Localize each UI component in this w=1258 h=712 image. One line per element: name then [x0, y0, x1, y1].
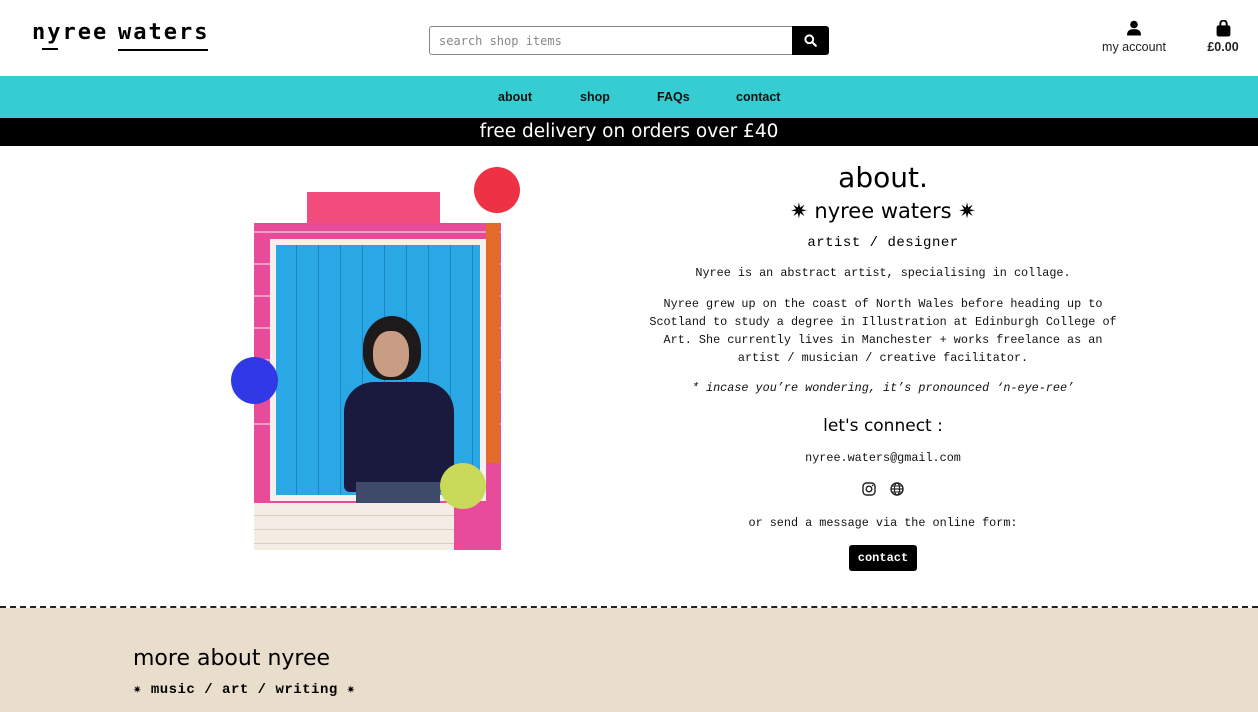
send-message-text: or send a message via the online form:	[748, 516, 1018, 530]
nav-item-contact[interactable]: contact	[736, 90, 780, 104]
profile-collage	[230, 165, 530, 555]
shopping-bag-link[interactable]: £0.00	[1200, 19, 1246, 54]
more-about-section: more about nyree ✷ music / art / writing…	[0, 608, 1258, 712]
page-title: about.	[838, 161, 928, 194]
user-icon	[1127, 20, 1141, 36]
my-account-label: my account	[1102, 40, 1166, 54]
nav-item-faqs[interactable]: FAQs	[657, 90, 690, 104]
intro-text: Nyree is an abstract artist, specialisin…	[695, 266, 1071, 280]
more-about-heading: more about nyree	[133, 646, 331, 671]
logo-text-second: waters	[118, 20, 210, 45]
site-header: nyree waters my account £0	[0, 0, 1258, 76]
pronunciation-note: * incase you’re wondering, it’s pronounc…	[691, 381, 1075, 395]
contact-button[interactable]: contact	[848, 545, 918, 571]
site-logo[interactable]: nyree waters	[32, 20, 212, 56]
globe-icon[interactable]	[890, 482, 904, 496]
about-section: about. ✷ nyree waters ✷ artist / designe…	[620, 160, 1146, 571]
search-form	[429, 26, 829, 55]
email-link[interactable]: nyree.waters@gmail.com	[620, 449, 1146, 467]
search-icon	[804, 34, 817, 47]
bag-total: £0.00	[1207, 40, 1239, 54]
bio-text: Nyree grew up on the coast of North Wale…	[649, 297, 1117, 365]
decor-dot-red	[474, 167, 520, 213]
artist-role: artist / designer	[807, 235, 959, 251]
nav-item-about[interactable]: about	[498, 90, 532, 104]
shopping-bag-icon	[1216, 19, 1230, 37]
logo-underline	[118, 49, 208, 51]
artist-name: ✷ nyree waters ✷	[790, 199, 976, 223]
search-input[interactable]	[429, 26, 793, 55]
logo-underline	[42, 48, 58, 50]
logo-text-first: nyree	[32, 20, 109, 45]
social-links	[620, 482, 1146, 498]
nav-item-shop[interactable]: shop	[580, 90, 610, 104]
my-account-link[interactable]: my account	[1096, 20, 1172, 54]
delivery-banner: free delivery on orders over £40	[0, 118, 1258, 146]
decor-dot-green	[440, 463, 486, 509]
decor-dot-blue	[231, 357, 278, 404]
search-button[interactable]	[792, 26, 829, 55]
instagram-icon[interactable]	[862, 482, 876, 496]
connect-heading: let's connect :	[823, 416, 943, 436]
more-about-subheading: ✷ music / art / writing ✷	[133, 682, 356, 698]
main-nav: about shop FAQs contact	[0, 76, 1258, 118]
